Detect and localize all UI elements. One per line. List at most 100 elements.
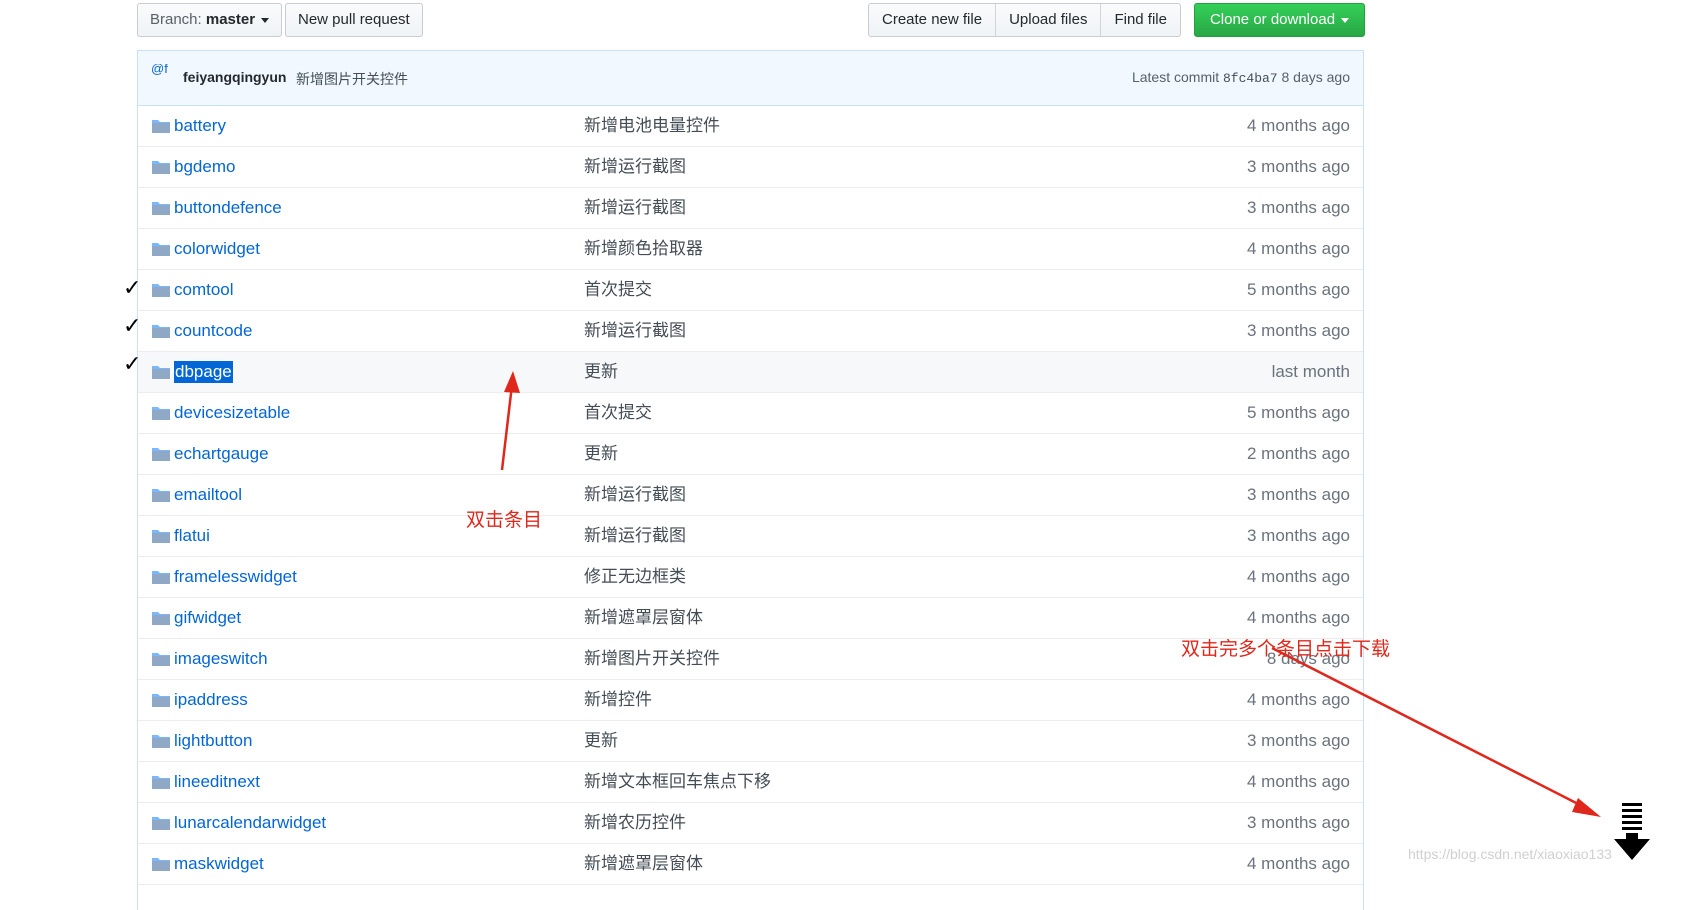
file-age: 3 months ago <box>1246 731 1350 750</box>
branch-select-button[interactable]: Branch: master <box>137 3 283 37</box>
file-row-countcode[interactable]: countcode 新增运行截图 3 months ago <box>138 311 1363 352</box>
file-name-link[interactable]: battery <box>174 106 226 146</box>
folder-icon <box>152 653 170 666</box>
annotation-double-click-item: 双击条目 <box>466 509 543 531</box>
folder-icon <box>152 817 170 830</box>
file-row-colorwidget[interactable]: colorwidget 新增颜色拾取器 4 months ago <box>138 229 1363 270</box>
file-commit-message[interactable]: 首次提交 <box>584 393 652 433</box>
file-row-maskwidget[interactable]: maskwidget 新增遮罩层窗体 4 months ago <box>138 844 1363 885</box>
file-name-link[interactable]: bgdemo <box>174 147 235 187</box>
caret-down-icon <box>261 17 270 23</box>
latest-commit-label: Latest commit <box>1131 69 1220 85</box>
file-commit-message[interactable]: 新增运行截图 <box>584 311 686 351</box>
file-name-link[interactable]: devicesizetable <box>174 393 290 433</box>
file-name-link[interactable]: ipaddress <box>174 680 248 720</box>
file-row-comtool[interactable]: comtool 首次提交 5 months ago <box>138 270 1363 311</box>
file-age: 3 months ago <box>1246 157 1350 176</box>
checkmark-annotation: ✓ <box>123 276 142 301</box>
file-name-link[interactable]: comtool <box>174 270 234 310</box>
folder-icon <box>152 858 170 871</box>
file-commit-message[interactable]: 新增图片开关控件 <box>584 639 720 679</box>
file-commit-message[interactable]: 新增运行截图 <box>584 475 686 515</box>
file-commit-message[interactable]: 首次提交 <box>584 270 652 310</box>
branch-prefix: Branch: <box>150 11 202 28</box>
commit-age: 8 days ago <box>1281 69 1351 85</box>
upload-files-button[interactable]: Upload files <box>995 4 1100 36</box>
file-row-ipaddress[interactable]: ipaddress 新增控件 4 months ago <box>138 680 1363 721</box>
folder-icon <box>152 530 170 543</box>
file-row-bgdemo[interactable]: bgdemo 新增运行截图 3 months ago <box>138 147 1363 188</box>
file-commit-message[interactable]: 修正无边框类 <box>584 557 686 597</box>
file-name-link[interactable]: lightbutton <box>174 721 252 761</box>
file-name-link[interactable]: buttondefence <box>174 188 282 228</box>
file-row-echartgauge[interactable]: echartgauge 更新 2 months ago <box>138 434 1363 475</box>
file-commit-message[interactable]: 新增遮罩层窗体 <box>584 844 703 884</box>
file-commit-message[interactable]: 新增文本框回车焦点下移 <box>584 762 771 802</box>
author-avatar[interactable]: @f <box>151 64 173 86</box>
file-name-link[interactable]: emailtool <box>174 475 242 515</box>
file-commit-message[interactable]: 新增电池电量控件 <box>584 106 720 146</box>
file-row-devicesizetable[interactable]: devicesizetable 首次提交 5 months ago <box>138 393 1363 434</box>
file-name-link[interactable]: flatui <box>174 516 210 556</box>
file-commit-message[interactable]: 新增运行截图 <box>584 147 686 187</box>
file-age: 3 months ago <box>1246 198 1350 217</box>
file-commit-message[interactable]: 新增控件 <box>584 680 652 720</box>
file-commit-message[interactable]: 新增遮罩层窗体 <box>584 598 703 638</box>
file-commit-message[interactable]: 更新 <box>584 434 618 474</box>
commit-author[interactable]: feiyangqingyun <box>183 69 286 85</box>
commit-sha[interactable]: 8fc4ba7 <box>1223 71 1278 86</box>
file-age: 4 months ago <box>1246 690 1350 709</box>
folder-icon <box>152 612 170 625</box>
file-row-buttondefence[interactable]: buttondefence 新增运行截图 3 months ago <box>138 188 1363 229</box>
file-commit-message[interactable]: 新增颜色拾取器 <box>584 229 703 269</box>
file-row-flatui[interactable]: flatui 新增运行截图 3 months ago <box>138 516 1363 557</box>
file-name-link[interactable]: framelesswidget <box>174 557 297 597</box>
new-pull-request-button[interactable]: New pull request <box>285 3 423 37</box>
file-commit-message[interactable]: 更新 <box>584 352 618 392</box>
folder-icon <box>152 325 170 338</box>
folder-icon <box>152 284 170 297</box>
file-row-lunarcalendarwidget[interactable]: lunarcalendarwidget 新增农历控件 3 months ago <box>138 803 1363 844</box>
file-name-link[interactable]: maskwidget <box>174 844 264 884</box>
caret-down-icon <box>1341 17 1350 23</box>
file-age: 4 months ago <box>1246 772 1350 791</box>
file-commit-message[interactable]: 更新 <box>584 721 618 761</box>
find-file-button[interactable]: Find file <box>1100 4 1180 36</box>
file-row-battery[interactable]: battery 新增电池电量控件 4 months ago <box>138 106 1363 147</box>
file-name-link[interactable]: gifwidget <box>174 598 241 638</box>
file-age: 5 months ago <box>1246 403 1350 422</box>
file-row-lightbutton[interactable]: lightbutton 更新 3 months ago <box>138 721 1363 762</box>
file-actions-group: Create new file Upload files Find file <box>868 3 1181 37</box>
folder-icon <box>152 366 170 379</box>
file-age: 4 months ago <box>1246 116 1350 135</box>
file-commit-message[interactable]: 新增运行截图 <box>584 188 686 228</box>
download-arrow-icon[interactable] <box>1614 803 1650 860</box>
file-row-emailtool[interactable]: emailtool 新增运行截图 3 months ago <box>138 475 1363 516</box>
file-commit-message[interactable]: 新增农历控件 <box>584 803 686 843</box>
folder-icon <box>152 120 170 133</box>
folder-icon <box>152 407 170 420</box>
file-row-imageswitch[interactable]: imageswitch 新增图片开关控件 8 days ago <box>138 639 1363 680</box>
folder-icon <box>152 571 170 584</box>
file-name-link[interactable]: colorwidget <box>174 229 260 269</box>
create-new-file-button[interactable]: Create new file <box>869 4 995 36</box>
commit-message[interactable]: 新增图片开关控件 <box>296 69 408 89</box>
file-row-lineeditnext[interactable]: lineeditnext 新增文本框回车焦点下移 4 months ago <box>138 762 1363 803</box>
clone-or-download-button[interactable]: Clone or download <box>1194 3 1365 37</box>
folder-icon <box>152 448 170 461</box>
file-age: 4 months ago <box>1246 608 1350 627</box>
file-commit-message[interactable]: 新增运行截图 <box>584 516 686 556</box>
file-name-link[interactable]: countcode <box>174 311 252 351</box>
file-list: @f feiyangqingyun 新增图片开关控件 Latest commit… <box>137 50 1364 910</box>
file-row-gifwidget[interactable]: gifwidget 新增遮罩层窗体 4 months ago <box>138 598 1363 639</box>
file-row-dbpage[interactable]: dbpage 更新 last month <box>138 352 1363 393</box>
file-row-framelesswidget[interactable]: framelesswidget 修正无边框类 4 months ago <box>138 557 1363 598</box>
file-name-link[interactable]: imageswitch <box>174 639 268 679</box>
file-name-link[interactable]: dbpage <box>174 361 233 383</box>
folder-icon <box>152 694 170 707</box>
annotation-double-click-download: 双击完多个条目点击下载 <box>1181 638 1391 660</box>
latest-commit-info: Latest commit 8fc4ba7 8 days ago <box>1132 69 1350 86</box>
file-name-link[interactable]: lunarcalendarwidget <box>174 803 326 843</box>
file-name-link[interactable]: lineeditnext <box>174 762 260 802</box>
file-name-link[interactable]: echartgauge <box>174 434 269 474</box>
